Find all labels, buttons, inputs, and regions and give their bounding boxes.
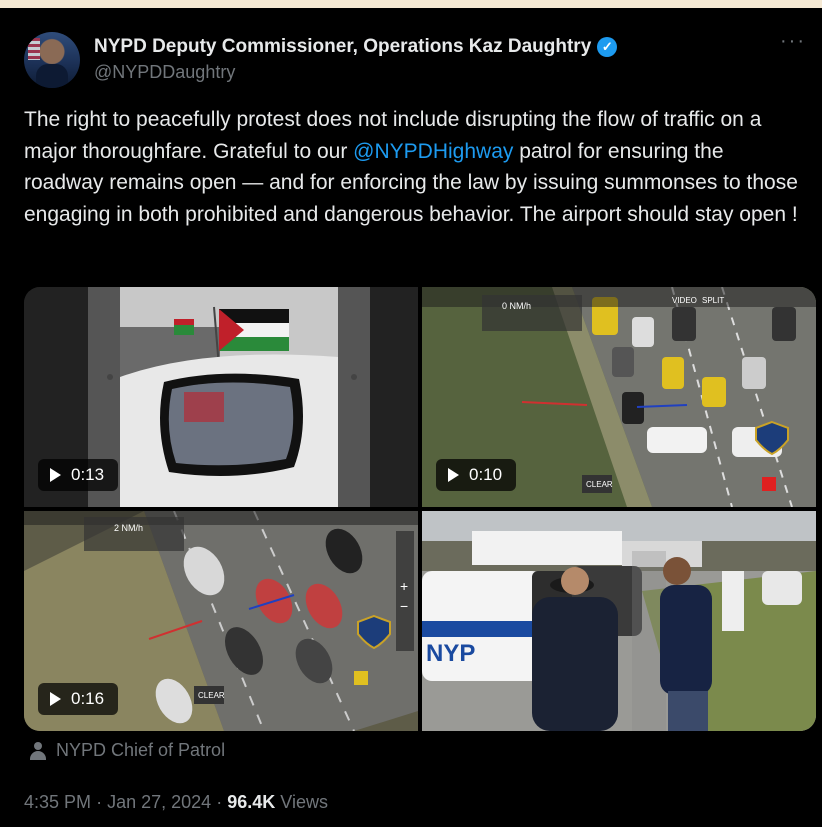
video-duration-badge-2[interactable]: 0:10 (436, 459, 517, 491)
clear-label-top: CLEAR (586, 480, 613, 489)
post-meta: 4:35 PM · Jan 27, 2024 · 96.4K Views (24, 792, 328, 813)
svg-text:NYP: NYP (426, 640, 475, 667)
video-duration-1: 0:13 (71, 465, 105, 484)
post-text: The right to peacefully protest does not… (24, 104, 804, 230)
author-handle[interactable]: @NYPDDaughtry (94, 62, 235, 83)
mention-link[interactable]: @NYPDHighway (353, 140, 513, 163)
meta-separator-1: · (96, 792, 103, 812)
svg-text:−: − (400, 598, 408, 614)
media-grid: 0:13 0 NM/h CLEAR VIDEO SPLIT 0:10 2 NM/… (24, 287, 816, 731)
views-count[interactable]: 96.4K (227, 792, 275, 812)
play-icon (50, 468, 61, 482)
play-icon (50, 692, 61, 706)
author-name[interactable]: NYPD Deputy Commissioner, Operations Kaz… (94, 36, 591, 58)
video-tile-3[interactable]: 2 NM/h CLEAR + − 0:16 (24, 511, 418, 731)
avatar-flag (28, 38, 40, 60)
photo-tile-4[interactable]: NYP (422, 511, 816, 731)
more-options-icon[interactable]: ··· (780, 30, 806, 53)
views-label: Views (280, 792, 328, 812)
video-tile-2[interactable]: 0 NM/h CLEAR VIDEO SPLIT 0:10 (422, 287, 816, 507)
author-name-row[interactable]: NYPD Deputy Commissioner, Operations Kaz… (94, 36, 618, 58)
person-icon (30, 741, 46, 760)
play-icon (448, 468, 459, 482)
video-label-top: VIDEO (672, 296, 697, 305)
post-date[interactable]: Jan 27, 2024 (107, 792, 211, 812)
video-duration-2: 0:10 (469, 465, 503, 484)
media-attribution[interactable]: NYPD Chief of Patrol (30, 740, 225, 761)
speed-readout-top: 0 NM/h (502, 301, 531, 311)
speed-readout-bottom: 2 NM/h (114, 523, 143, 533)
verified-badge-icon: ✓ (597, 37, 618, 57)
attribution-text: NYPD Chief of Patrol (56, 740, 226, 760)
meta-separator-2: · (216, 792, 223, 812)
photo-thumbnail-4: NYP (422, 511, 816, 731)
post-time[interactable]: 4:35 PM (24, 792, 91, 812)
video-tile-1[interactable]: 0:13 (24, 287, 418, 507)
split-label-top: SPLIT (702, 296, 724, 305)
author-avatar[interactable] (24, 32, 80, 88)
svg-text:+: + (400, 578, 408, 594)
video-duration-3: 0:16 (71, 689, 105, 708)
clear-label-bottom: CLEAR (198, 691, 225, 700)
post-card: NYPD Deputy Commissioner, Operations Kaz… (0, 8, 822, 827)
avatar-suit (36, 64, 68, 88)
video-duration-badge-3[interactable]: 0:16 (38, 683, 119, 715)
video-duration-badge-1[interactable]: 0:13 (38, 459, 119, 491)
